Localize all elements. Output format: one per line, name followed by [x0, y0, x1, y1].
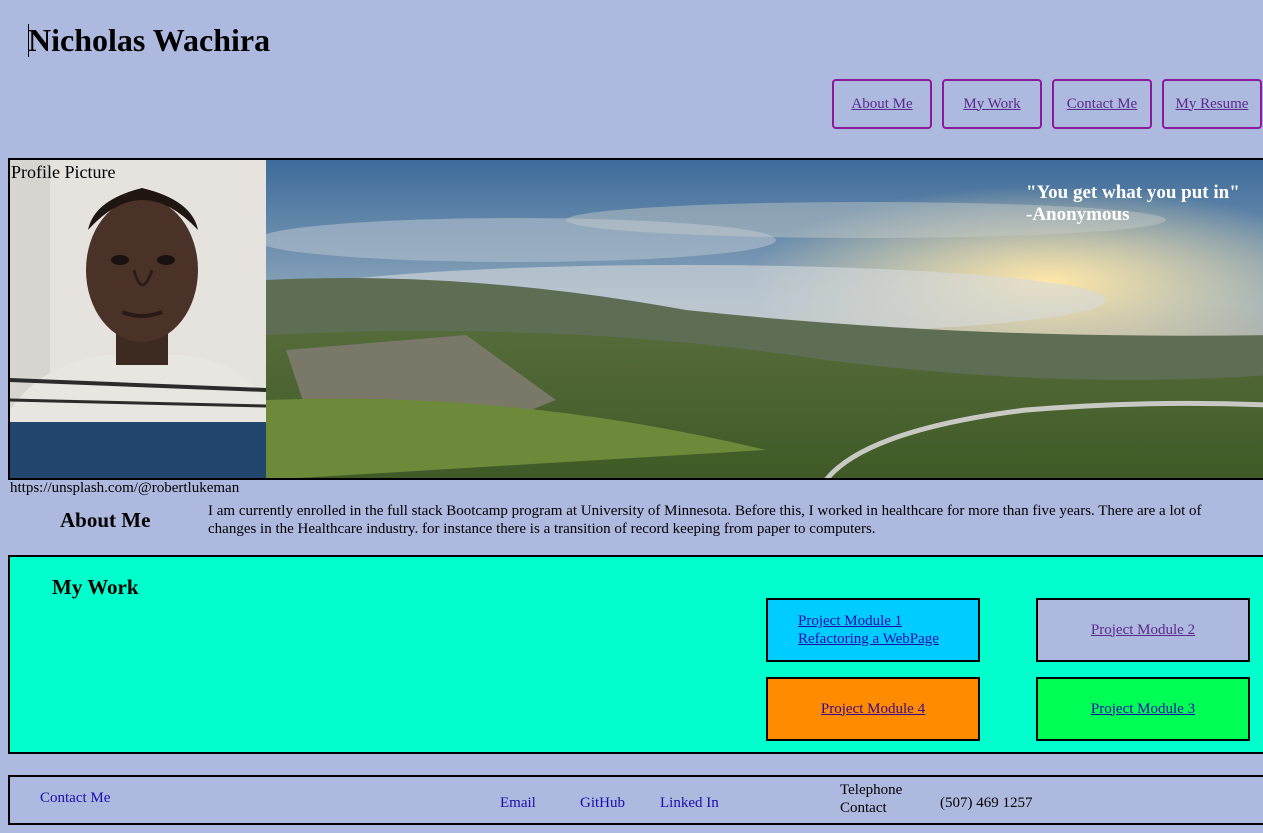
photo-credit: https://unsplash.com/@robertlukeman: [10, 480, 240, 496]
profile-picture: Profile Picture: [10, 160, 266, 478]
about-heading: About Me: [60, 508, 151, 532]
footer: Contact Me Email GitHub Linked In Teleph…: [8, 775, 1263, 825]
phone-number: (507) 469 1257: [940, 795, 1033, 811]
main-nav: About Me My Work Contact Me My Resume: [0, 79, 1263, 129]
project-module-2[interactable]: Project Module 2: [1036, 598, 1250, 662]
my-work-heading: My Work: [52, 575, 139, 599]
nav-my-resume[interactable]: My Resume: [1162, 79, 1262, 129]
nav-contact-me[interactable]: Contact Me: [1052, 79, 1152, 129]
profile-photo: [10, 160, 266, 478]
nav-about-me[interactable]: About Me: [832, 79, 932, 129]
hero-banner: Profile Picture "You get what you put in…: [8, 158, 1263, 480]
footer-linkedin-link[interactable]: Linked In: [660, 795, 719, 812]
footer-contact-me[interactable]: Contact Me: [40, 790, 110, 807]
project-module-3[interactable]: Project Module 3: [1036, 677, 1250, 741]
footer-github-link[interactable]: GitHub: [580, 795, 625, 812]
about-text: I am currently enrolled in the full stac…: [208, 503, 1202, 537]
telephone-label: Telephone: [840, 782, 903, 798]
nav-my-work[interactable]: My Work: [942, 79, 1042, 129]
contact-label: Contact: [840, 800, 887, 816]
profile-picture-label: Profile Picture: [11, 162, 116, 182]
text-caret: [28, 24, 29, 57]
my-work-section: My Work Project Module 1 Refactoring a We…: [8, 555, 1263, 754]
site-title: Nicholas Wachira: [28, 22, 271, 58]
project-module-4[interactable]: Project Module 4: [766, 677, 980, 741]
footer-email-link[interactable]: Email: [500, 795, 536, 812]
project-module-1[interactable]: Project Module 1 Refactoring a WebPage: [766, 598, 980, 662]
hero-quote: "You get what you put in" -Anonymous: [1026, 182, 1240, 225]
